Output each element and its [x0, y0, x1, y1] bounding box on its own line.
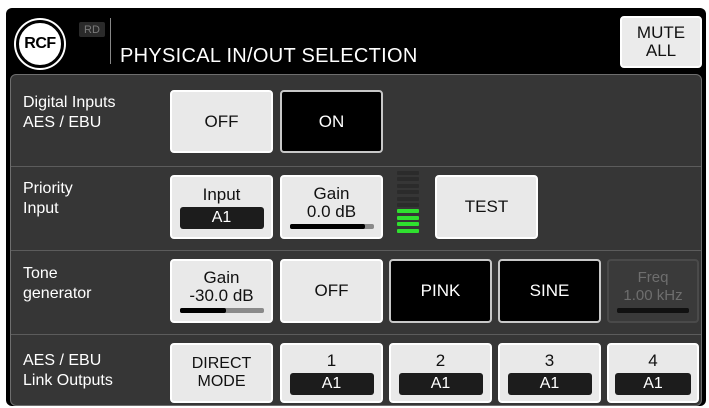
device-screen: RCF RD PHYSICAL IN/OUT SELECTION MUTE AL… [6, 8, 706, 406]
tone-sine-button[interactable]: SINE [498, 259, 601, 323]
digital-inputs-label: Digital Inputs AES / EBU [23, 93, 116, 133]
meter-segment [397, 222, 419, 227]
mute-all-button[interactable]: MUTE ALL [620, 16, 702, 68]
test-label: TEST [464, 197, 509, 216]
settings-panel: Digital Inputs AES / EBU OFF ON Priority… [10, 74, 702, 406]
row-divider [11, 166, 701, 167]
priority-gain-fill [289, 224, 366, 229]
link-output-number: 2 [435, 351, 446, 370]
row-divider [11, 334, 701, 335]
tone-sine-label: SINE [529, 281, 570, 300]
priority-input-value: A1 [179, 207, 264, 229]
direct-mode-label-line2: MODE [197, 373, 246, 390]
tone-generator-label-line2: generator [23, 285, 92, 302]
link-output-2-button[interactable]: 2 A1 [389, 343, 492, 403]
link-outputs-label-line1: AES / EBU [23, 352, 102, 369]
digital-inputs-off-button[interactable]: OFF [170, 90, 273, 153]
meter-segment [397, 183, 419, 188]
direct-mode-button[interactable]: DIRECT MODE [170, 343, 273, 403]
tone-pink-label: PINK [420, 281, 461, 300]
test-button[interactable]: TEST [435, 175, 538, 239]
priority-gain-button[interactable]: Gain 0.0 dB [280, 175, 383, 239]
priority-input-select-label: Input [202, 185, 241, 204]
digital-inputs-label-line1: Digital Inputs [23, 94, 116, 111]
tone-freq-value: 1.00 kHz [623, 287, 683, 304]
meter-segment [397, 202, 419, 207]
tone-gain-button[interactable]: Gain -30.0 dB [170, 259, 273, 323]
digital-inputs-off-label: OFF [204, 111, 239, 131]
meter-segment [397, 228, 419, 233]
digital-inputs-on-button[interactable]: ON [280, 90, 383, 153]
tone-freq-fill [617, 308, 689, 313]
page-title: PHYSICAL IN/OUT SELECTION [120, 45, 418, 67]
priority-input-label: Priority Input [23, 179, 73, 219]
link-output-value: A1 [615, 373, 691, 395]
link-output-number: 4 [648, 351, 658, 370]
priority-gain-value: 0.0 dB [306, 202, 357, 221]
link-output-number: 3 [544, 351, 555, 370]
link-output-1-button[interactable]: 1 A1 [280, 343, 383, 403]
priority-gain-label: Gain [313, 184, 350, 203]
tone-generator-label: Tone generator [23, 264, 92, 304]
link-output-4-button[interactable]: 4 A1 [607, 343, 699, 403]
tone-gain-fill [179, 308, 226, 313]
direct-mode-label-line1: DIRECT [191, 355, 252, 372]
tone-generator-label-line1: Tone [23, 265, 58, 282]
link-output-value: A1 [398, 373, 483, 395]
tone-freq-button[interactable]: Freq 1.00 kHz [607, 259, 699, 323]
rcf-logo: RCF [16, 20, 64, 68]
digital-inputs-on-label: ON [318, 111, 345, 131]
meter-segment [397, 196, 419, 201]
meter-segment [397, 177, 419, 182]
mute-all-label-line1: MUTE [636, 23, 686, 42]
link-output-value: A1 [289, 373, 374, 395]
meter-segment [397, 190, 419, 195]
header-divider [110, 18, 111, 64]
tone-pink-button[interactable]: PINK [389, 259, 492, 323]
row-divider [11, 250, 701, 251]
tone-gain-value: -30.0 dB [189, 286, 254, 305]
link-outputs-label-line2: Link Outputs [23, 372, 113, 389]
tone-gain-bar [179, 308, 264, 313]
rd-badge: RD [79, 22, 105, 37]
meter-segment [397, 215, 419, 220]
tone-off-button[interactable]: OFF [280, 259, 383, 323]
link-outputs-label: AES / EBU Link Outputs [23, 351, 113, 391]
tone-freq-label: Freq [637, 269, 669, 286]
priority-input-select-button[interactable]: Input A1 [170, 175, 273, 239]
tone-freq-bar [617, 308, 689, 313]
tone-off-label: OFF [314, 281, 349, 300]
meter-segment [397, 209, 419, 214]
link-output-number: 1 [326, 351, 337, 370]
mute-all-label-line2: ALL [645, 41, 677, 60]
priority-level-meter [397, 171, 419, 241]
link-output-value: A1 [507, 373, 592, 395]
priority-input-label-line2: Input [23, 200, 59, 217]
digital-inputs-label-line2: AES / EBU [23, 114, 102, 131]
tone-gain-label: Gain [203, 268, 240, 287]
logo-text: RCF [24, 35, 56, 52]
link-output-3-button[interactable]: 3 A1 [498, 343, 601, 403]
priority-gain-bar [289, 224, 374, 229]
priority-input-label-line1: Priority [23, 180, 73, 197]
meter-segment [397, 171, 419, 175]
